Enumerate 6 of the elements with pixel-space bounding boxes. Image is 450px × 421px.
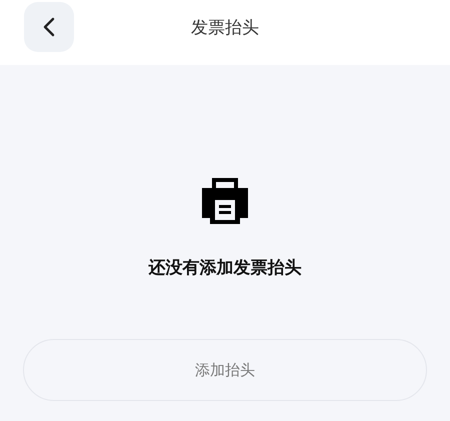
- back-icon: [43, 17, 55, 37]
- add-title-button[interactable]: 添加抬头: [23, 339, 427, 401]
- empty-message: 还没有添加发票抬头: [148, 257, 302, 279]
- page-title: 发票抬头: [191, 16, 259, 38]
- printer-icon: [202, 178, 248, 224]
- back-button[interactable]: [24, 2, 74, 52]
